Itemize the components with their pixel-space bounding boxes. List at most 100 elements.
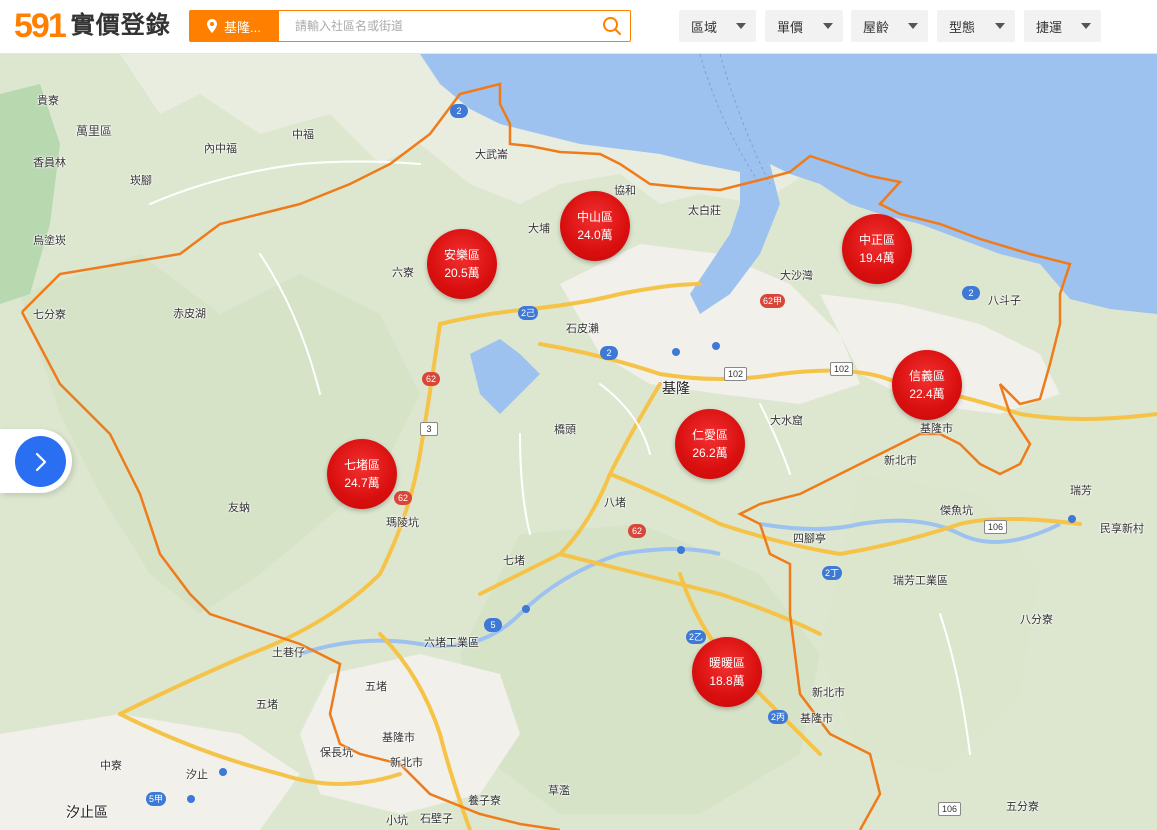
site-logo[interactable]: 591 實價登錄: [14, 8, 171, 44]
place-label: 小坑: [386, 815, 408, 827]
filter-region-label: 區域: [691, 19, 718, 35]
place-label: 香員林: [33, 157, 66, 169]
city-select-label: 基隆...: [224, 19, 261, 35]
map-canvas[interactable]: 萬里區 貴寮 香員林 崁腳 烏塗崁 內中福 中福 七分寮 赤皮湖 友蚋 六寮 大…: [0, 54, 1157, 830]
filter-region[interactable]: 區域: [679, 10, 756, 42]
place-label: 保長坑: [320, 747, 353, 759]
district-marker-zhongzheng[interactable]: 中正區 19.4萬: [842, 214, 912, 284]
district-name: 暖暖區: [708, 656, 745, 670]
place-label: 基隆市: [920, 423, 953, 435]
district-name: 信義區: [908, 369, 945, 383]
place-label: 八斗子: [988, 295, 1021, 307]
filter-house-age[interactable]: 屋齡: [851, 10, 928, 42]
chevron-right-icon: [35, 452, 46, 471]
place-label: 赤皮湖: [173, 308, 206, 320]
district-marker-zhongshan[interactable]: 中山區 24.0萬: [560, 191, 630, 261]
place-label: 基隆市: [800, 713, 833, 725]
filter-mrt-label: 捷運: [1036, 19, 1063, 35]
logo-number: 591: [14, 7, 67, 45]
route-shield: 5: [484, 618, 502, 632]
filter-unit-price-label: 單價: [777, 19, 804, 35]
district-price: 24.7萬: [344, 476, 380, 490]
place-label: 汐止區: [66, 804, 108, 820]
place-label: 萬里區: [76, 124, 113, 138]
place-label: 民享新村: [1100, 523, 1144, 535]
expand-panel-button[interactable]: [15, 436, 66, 487]
route-shield: 106: [938, 802, 962, 816]
place-label: 大水窟: [770, 415, 803, 427]
route-shield: 62甲: [760, 294, 786, 308]
chevron-down-icon: [1081, 23, 1091, 29]
route-shield: 5甲: [146, 792, 167, 806]
place-label: 基隆: [662, 380, 690, 396]
route-shield: 2: [450, 104, 468, 118]
filter-type[interactable]: 型態: [937, 10, 1015, 42]
place-label: 八堵: [604, 497, 626, 509]
route-shield: 62: [422, 372, 440, 386]
route-shield: 102: [830, 362, 854, 376]
district-marker-qidu[interactable]: 七堵區 24.7萬: [327, 439, 397, 509]
place-label: 五堵: [256, 699, 278, 711]
route-shield: 102: [724, 367, 748, 381]
place-label: 土巷仔: [272, 647, 305, 659]
side-panel-tab: [0, 429, 72, 493]
place-label: 橋頭: [554, 424, 576, 436]
district-marker-xinyi[interactable]: 信義區 22.4萬: [892, 350, 962, 420]
filter-unit-price[interactable]: 單價: [765, 10, 843, 42]
place-label: 瑪陵坑: [386, 517, 419, 529]
place-label: 大埔: [528, 223, 550, 235]
place-label: 大武崙: [475, 149, 508, 161]
place-label: 傑魚坑: [940, 505, 973, 517]
route-shield: 3: [420, 422, 438, 436]
place-label: 五堵: [365, 681, 387, 693]
district-name: 七堵區: [343, 458, 380, 472]
route-shield: 2丁: [822, 566, 843, 580]
place-label: 七分寮: [33, 309, 66, 321]
place-label: 新北市: [390, 757, 423, 769]
district-marker-anle[interactable]: 安樂區 20.5萬: [427, 229, 497, 299]
chevron-down-icon: [736, 23, 746, 29]
district-price: 24.0萬: [577, 228, 613, 242]
district-price: 22.4萬: [909, 387, 945, 401]
place-label: 八分寮: [1020, 614, 1053, 626]
place-label: 六寮: [392, 267, 414, 279]
chevron-down-icon: [823, 23, 833, 29]
filter-house-age-label: 屋齡: [863, 19, 890, 35]
chevron-down-icon: [995, 23, 1005, 29]
filter-mrt[interactable]: 捷運: [1024, 10, 1101, 42]
place-label: 五分寮: [1006, 801, 1039, 813]
place-label: 中福: [292, 129, 314, 141]
route-shield: 2丙: [768, 710, 789, 724]
route-shield: 62: [628, 524, 646, 538]
district-name: 仁愛區: [691, 428, 728, 442]
city-select-button[interactable]: 基隆...: [190, 11, 279, 41]
district-price: 26.2萬: [692, 446, 728, 460]
district-marker-renai[interactable]: 仁愛區 26.2萬: [675, 409, 745, 479]
route-shield: 2乙: [686, 630, 707, 644]
place-label: 新北市: [812, 687, 845, 699]
search-icon[interactable]: [594, 11, 630, 41]
search-input[interactable]: [279, 11, 594, 41]
place-label: 基隆市: [382, 732, 415, 744]
place-label: 汐止: [186, 769, 208, 781]
place-label: 養子寮: [468, 795, 501, 807]
chevron-down-icon: [908, 23, 918, 29]
route-shield: 2: [600, 346, 618, 360]
place-label: 大沙灣: [780, 270, 813, 282]
district-price: 18.8萬: [709, 674, 745, 688]
place-label: 烏塗崁: [33, 235, 66, 247]
route-shield: 2己: [518, 306, 539, 320]
map-base-layer: [0, 54, 1157, 830]
district-marker-nuannuan[interactable]: 暖暖區 18.8萬: [692, 637, 762, 707]
filter-type-label: 型態: [949, 19, 976, 35]
place-label: 中寮: [100, 760, 122, 772]
district-name: 安樂區: [443, 248, 480, 262]
place-label: 協和: [614, 185, 636, 197]
place-label: 石壁子: [420, 813, 453, 825]
place-label: 內中福: [204, 143, 237, 155]
route-shield: 62: [394, 491, 412, 505]
place-label: 新北市: [884, 455, 917, 467]
search-bar: 基隆...: [189, 10, 631, 42]
place-label: 四腳亭: [793, 533, 826, 545]
route-shield: 2: [962, 286, 980, 300]
